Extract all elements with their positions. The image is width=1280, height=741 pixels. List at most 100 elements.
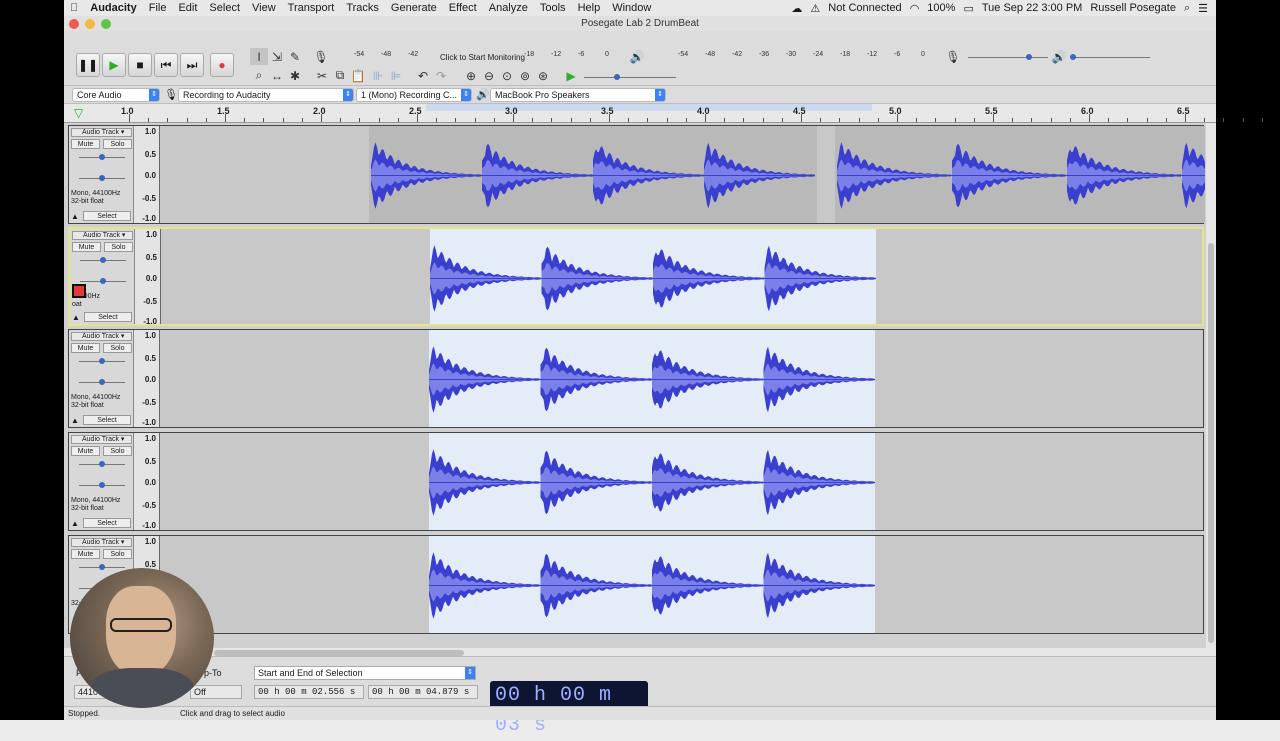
timeline-ruler[interactable]: ▽ 1.0 1.5 2.0 2.5 3.0 3.5 4.0 4.5 5.0 5.5 6.0 6.5	[64, 104, 1263, 123]
play-at-speed-slider[interactable]	[584, 74, 676, 80]
slider-knob[interactable]	[1026, 54, 1032, 60]
menu-select[interactable]: Select	[203, 2, 246, 14]
pause-button[interactable]: ❚❚	[76, 53, 100, 77]
amplitude-scale[interactable]: 1.0 0.5 0.0 -0.5 -1.0	[134, 330, 160, 427]
gain-slider[interactable]	[79, 461, 125, 467]
gain-slider[interactable]	[79, 564, 125, 570]
audio-track[interactable]: × Audio Track ▾ Mute Solo 32-bit ▲ 1.0 0…	[68, 535, 1204, 634]
gain-knob[interactable]	[99, 461, 105, 467]
mute-button[interactable]: Mute	[72, 242, 101, 252]
play-button[interactable]: ▶	[102, 53, 126, 77]
waveform[interactable]	[162, 229, 1206, 328]
zoom-in-button[interactable]: ⊕	[462, 67, 480, 84]
menu-edit[interactable]: Edit	[172, 2, 203, 14]
trim-button[interactable]: ⊪	[369, 67, 387, 84]
record-button[interactable]: ●	[210, 53, 234, 77]
select-track-button[interactable]: Select	[83, 415, 131, 425]
waveform[interactable]	[161, 330, 1205, 429]
audio-track[interactable]: × Audio Track ▾ Mute Solo 44100Hzoat ▲ S…	[68, 227, 1204, 326]
solo-button[interactable]: Solo	[104, 242, 133, 252]
slider-knob[interactable]	[614, 74, 620, 80]
track-control-panel[interactable]: × Audio Track ▾ Mute Solo Mono, 44100Hz3…	[69, 330, 134, 427]
select-track-button[interactable]: Select	[83, 211, 131, 221]
playback-meter-speaker-icon[interactable]: 🔊	[628, 48, 646, 65]
track-clip-area[interactable]	[162, 229, 1202, 324]
solo-button[interactable]: Solo	[103, 446, 132, 456]
playback-device-select[interactable]: MacBook Pro Speakers ⇕	[490, 88, 666, 102]
track-clip-area[interactable]	[161, 536, 1203, 633]
waveform[interactable]	[161, 433, 1205, 532]
solo-button[interactable]: Solo	[103, 139, 132, 149]
pan-slider[interactable]	[79, 482, 125, 488]
track-clip-area[interactable]	[161, 433, 1203, 530]
vertical-scrollbar[interactable]	[1206, 123, 1216, 663]
spotlight-icon[interactable]: ⌕	[1184, 2, 1190, 15]
gain-knob[interactable]	[99, 154, 105, 160]
zoom-toggle-button[interactable]: ⊛	[534, 67, 552, 84]
apple-icon[interactable]: 	[64, 2, 84, 14]
time-shift-tool[interactable]: ↔	[268, 67, 286, 84]
track-name-menu[interactable]: Audio Track ▾	[71, 435, 132, 444]
pan-knob[interactable]	[99, 482, 105, 488]
fit-selection-button[interactable]: ⊙	[498, 67, 516, 84]
menu-tracks[interactable]: Tracks	[340, 2, 385, 14]
pan-knob[interactable]	[99, 175, 105, 181]
multi-tool[interactable]: ✱	[286, 67, 304, 84]
gain-slider[interactable]	[80, 257, 126, 263]
undo-button[interactable]: ↶	[414, 67, 432, 84]
track-control-panel[interactable]: × Audio Track ▾ Mute Solo 44100Hzoat ▲ S…	[70, 229, 135, 324]
stop-button[interactable]: ■	[128, 53, 152, 77]
user-menu[interactable]: Russell Posegate	[1090, 2, 1176, 14]
selection-start-time[interactable]: 00 h 00 m 02.556 s	[254, 685, 364, 699]
draw-tool[interactable]: ✎	[286, 48, 304, 65]
clock[interactable]: Tue Sep 22 3:00 PM	[982, 2, 1083, 14]
audio-track[interactable]: × Audio Track ▾ Mute Solo Mono, 44100Hz3…	[68, 125, 1205, 224]
scrollbar-thumb[interactable]	[1208, 243, 1214, 643]
collapse-track-icon[interactable]: ▲	[71, 519, 79, 528]
close-window-button[interactable]	[69, 19, 79, 29]
collapse-track-icon[interactable]: ▲	[72, 313, 80, 322]
selection-end-time[interactable]: 00 h 00 m 04.879 s	[368, 685, 478, 699]
pan-slider[interactable]	[80, 278, 126, 284]
snap-to-select[interactable]: Off	[190, 685, 242, 699]
collapse-track-icon[interactable]: ▲	[71, 416, 79, 425]
play-at-speed-button[interactable]: ▶	[562, 67, 580, 84]
track-control-panel[interactable]: × Audio Track ▾ Mute Solo Mono, 44100Hz3…	[69, 126, 134, 223]
amplitude-scale[interactable]: 1.0 0.5 0.0 -0.5 -1.0	[135, 229, 161, 326]
gain-slider[interactable]	[79, 154, 125, 160]
wifi-icon[interactable]: ◠	[910, 2, 920, 15]
track-name-menu[interactable]: Audio Track ▾	[71, 538, 132, 547]
not-connected-status[interactable]: Not Connected	[828, 2, 901, 14]
track-clip-area[interactable]	[161, 126, 1205, 223]
mute-button[interactable]: Mute	[71, 446, 100, 456]
mute-button[interactable]: Mute	[71, 139, 100, 149]
pan-slider[interactable]	[79, 175, 125, 181]
menu-file[interactable]: File	[143, 2, 173, 14]
mute-button[interactable]: Mute	[71, 549, 100, 559]
minimize-window-button[interactable]	[85, 19, 95, 29]
gain-slider[interactable]	[79, 358, 125, 364]
menu-analyze[interactable]: Analyze	[483, 2, 534, 14]
cut-button[interactable]: ✂	[313, 67, 331, 84]
selection-tool[interactable]: I	[250, 48, 268, 65]
paste-button[interactable]: 📋	[349, 67, 367, 84]
track-name-menu[interactable]: Audio Track ▾	[71, 128, 132, 137]
silence-button[interactable]: ⊫	[387, 67, 405, 84]
track-clip-area[interactable]	[161, 330, 1203, 427]
menu-generate[interactable]: Generate	[385, 2, 443, 14]
redo-button[interactable]: ↷	[432, 67, 450, 84]
track-name-menu[interactable]: Audio Track ▾	[72, 231, 133, 240]
menu-help[interactable]: Help	[572, 2, 607, 14]
skip-to-end-button[interactable]: ⏭	[180, 53, 204, 77]
waveform[interactable]	[161, 536, 1205, 635]
skip-to-start-button[interactable]: ⏮	[154, 53, 178, 77]
menu-window[interactable]: Window	[606, 2, 657, 14]
pan-slider[interactable]	[79, 379, 125, 385]
gain-knob[interactable]	[99, 358, 105, 364]
envelope-tool[interactable]: ⇲	[268, 48, 286, 65]
battery-icon[interactable]: ▭	[963, 2, 973, 15]
pan-knob[interactable]	[100, 278, 106, 284]
zoom-window-button[interactable]	[101, 19, 111, 29]
fit-project-button[interactable]: ⊚	[516, 67, 534, 84]
app-menu[interactable]: Audacity	[84, 2, 142, 14]
